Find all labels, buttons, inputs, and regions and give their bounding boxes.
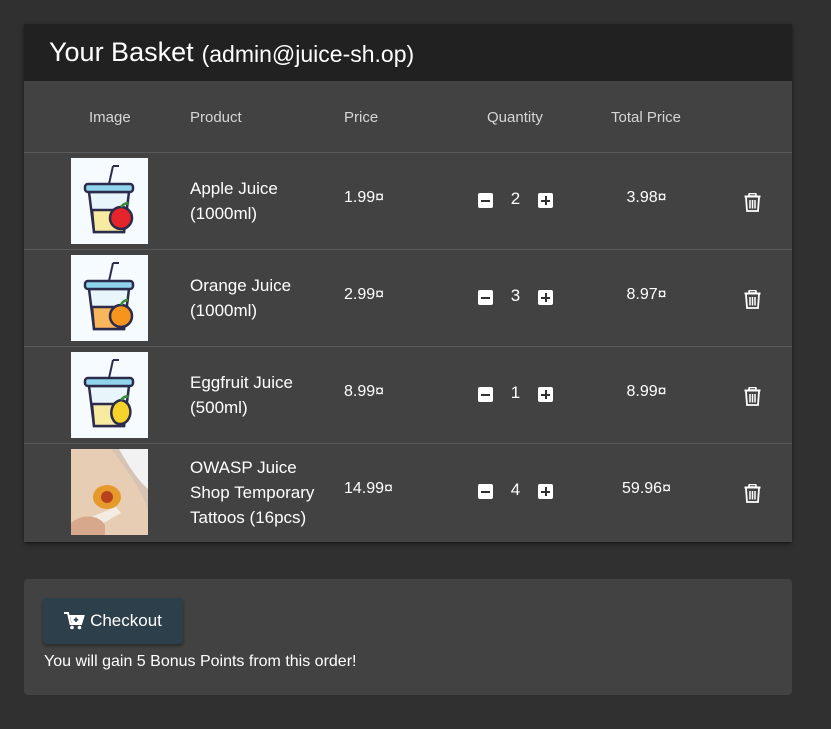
apple-juice-icon xyxy=(83,165,135,234)
decrease-quantity-button[interactable] xyxy=(478,484,493,499)
product-name: OWASP Juice Shop Temporary Tattoos (16pc… xyxy=(190,457,315,527)
basket-heading: Your Basket (admin@juice-sh.op) xyxy=(24,24,792,81)
increase-quantity-button[interactable] xyxy=(538,484,553,499)
product-image xyxy=(71,352,148,438)
basket-card: Your Basket (admin@juice-sh.op) Image Pr… xyxy=(24,24,792,542)
product-price: 14.99¤ xyxy=(344,480,393,497)
bonus-points-text: You will gain 5 Bonus Points from this o… xyxy=(44,653,357,670)
orange-juice-icon xyxy=(83,262,135,331)
basket-title: Your Basket xyxy=(49,37,194,67)
table-row: Orange Juice (1000ml) 2.99¤ 3 8.97¤ xyxy=(24,250,792,347)
decrease-quantity-button[interactable] xyxy=(478,387,493,402)
column-header-quantity: Quantity xyxy=(487,109,543,126)
product-total-price: 8.97¤ xyxy=(626,286,667,303)
trash-icon[interactable] xyxy=(744,387,761,406)
table-row: Eggfruit Juice (500ml) 8.99¤ 1 8.99¤ xyxy=(24,347,792,444)
trash-icon[interactable] xyxy=(744,193,761,212)
table-row: OWASP Juice Shop Temporary Tattoos (16pc… xyxy=(24,444,792,541)
checkout-button-label: Checkout xyxy=(90,611,162,630)
product-total-price: 59.96¤ xyxy=(622,480,671,497)
decrease-quantity-button[interactable] xyxy=(478,193,493,208)
product-image xyxy=(71,158,148,244)
quantity-stepper: 2 xyxy=(478,189,553,209)
increase-quantity-button[interactable] xyxy=(538,193,553,208)
table-row: Apple Juice (1000ml) 1.99¤ 2 3.98¤ xyxy=(24,153,792,250)
product-total-price: 3.98¤ xyxy=(626,189,667,206)
product-price: 8.99¤ xyxy=(344,383,385,400)
product-price: 1.99¤ xyxy=(344,189,385,206)
product-price: 2.99¤ xyxy=(344,286,385,303)
quantity-stepper: 1 xyxy=(478,383,553,403)
product-name: Apple Juice (1000ml) xyxy=(190,179,278,223)
quantity-value: 3 xyxy=(510,286,521,305)
checkout-button[interactable]: Checkout xyxy=(43,598,183,644)
column-header-image: Image xyxy=(89,109,131,126)
increase-quantity-button[interactable] xyxy=(538,290,553,305)
column-header-total-price: Total Price xyxy=(611,109,682,126)
trash-icon[interactable] xyxy=(744,484,761,503)
product-name: Orange Juice (1000ml) xyxy=(190,276,292,320)
product-total-price: 8.99¤ xyxy=(626,383,667,400)
tattoo-photo xyxy=(71,449,148,535)
product-image xyxy=(71,449,148,535)
column-header-price: Price xyxy=(344,109,379,126)
checkout-card: Checkout You will gain 5 Bonus Points fr… xyxy=(24,579,792,695)
quantity-value: 2 xyxy=(510,189,521,208)
quantity-stepper: 3 xyxy=(478,286,553,306)
trash-icon[interactable] xyxy=(744,290,761,309)
cart-icon xyxy=(64,612,85,630)
quantity-stepper: 4 xyxy=(478,480,553,500)
product-image xyxy=(71,255,148,341)
quantity-value: 1 xyxy=(510,383,521,402)
decrease-quantity-button[interactable] xyxy=(478,290,493,305)
eggfruit-juice-icon xyxy=(83,359,135,428)
quantity-value: 4 xyxy=(510,480,521,499)
column-header-product: Product xyxy=(190,109,242,126)
increase-quantity-button[interactable] xyxy=(538,387,553,402)
basket-user-email: (admin@juice-sh.op) xyxy=(201,41,415,67)
table-header: Image Product Price Quantity Total Price xyxy=(24,81,792,153)
product-name: Eggfruit Juice (500ml) xyxy=(190,373,293,417)
